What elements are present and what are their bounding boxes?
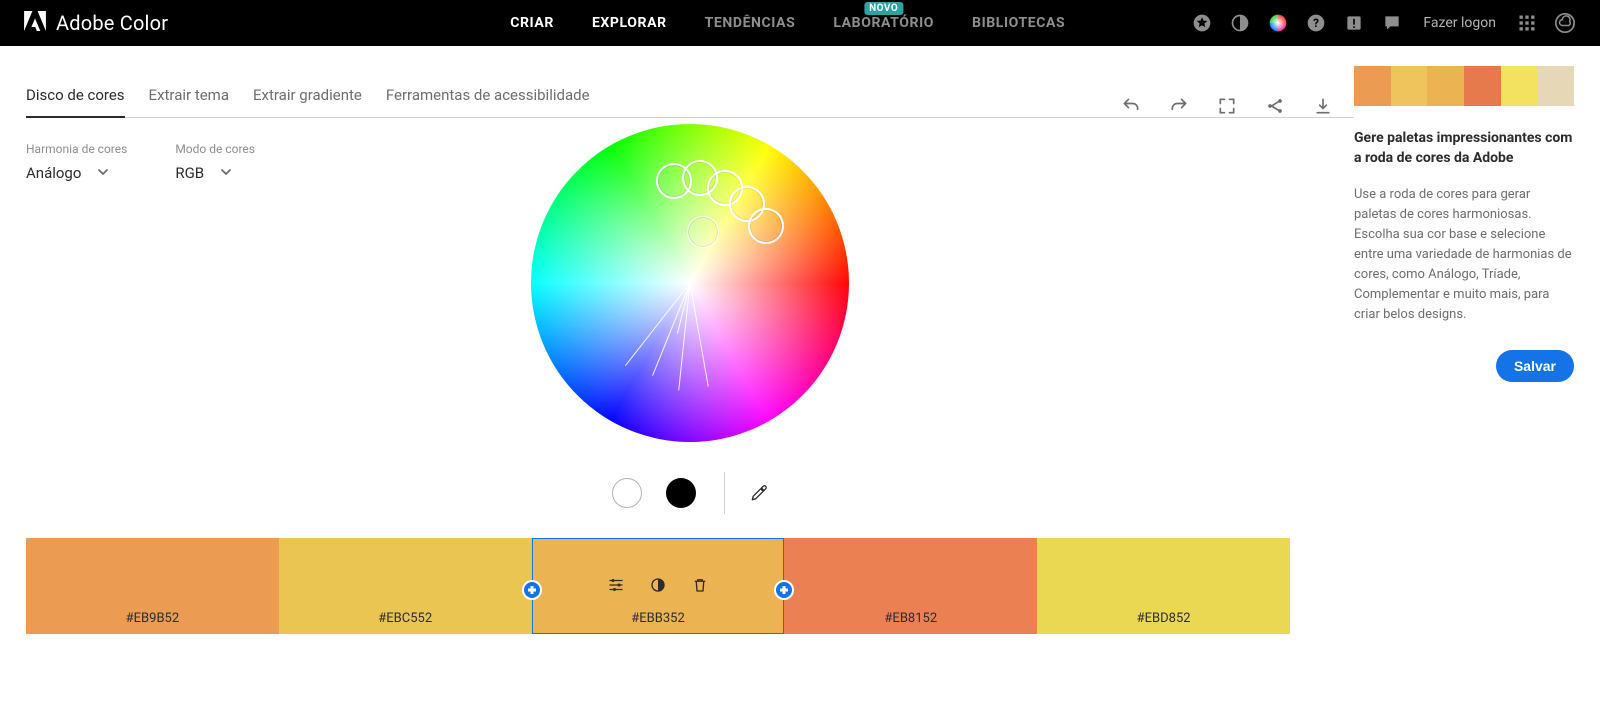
wheel-handle-base[interactable] — [687, 216, 719, 248]
color-wheel-icon[interactable] — [1267, 12, 1289, 34]
swatch-5[interactable]: #EBD852 — [1037, 538, 1290, 634]
nav-tendencias[interactable]: Tendências — [705, 15, 796, 31]
download-icon[interactable] — [1312, 95, 1334, 117]
harmony-control: Harmonia de cores Análogo — [26, 142, 127, 182]
topbar: Adobe Color Criar Explorar Tendências NO… — [0, 0, 1600, 46]
tab-tools — [1120, 95, 1334, 117]
svg-text:?: ? — [1314, 16, 1320, 30]
nav-criar[interactable]: Criar — [510, 15, 554, 31]
harmony-select[interactable]: Análogo — [26, 164, 127, 182]
harmony-label: Harmonia de cores — [26, 142, 127, 156]
chevron-down-icon — [97, 164, 109, 182]
star-icon[interactable] — [1191, 12, 1213, 34]
redo-icon[interactable] — [1168, 95, 1190, 117]
wheel-handle-5[interactable] — [748, 208, 784, 244]
swatch-2[interactable]: #EBC552 — [279, 538, 532, 634]
bw-bar — [612, 472, 769, 514]
top-nav: Criar Explorar Tendências NOVO Laboratór… — [384, 15, 1191, 31]
comment-icon[interactable] — [1381, 12, 1403, 34]
tab-extrair-gradiente[interactable]: Extrair gradiente — [253, 74, 362, 118]
add-swatch-left[interactable] — [522, 580, 542, 600]
brand[interactable]: Adobe Color — [24, 11, 384, 35]
trash-icon[interactable] — [691, 576, 709, 598]
notification-icon[interactable] — [1343, 12, 1365, 34]
eyedropper-icon[interactable] — [749, 483, 769, 503]
swatch-3[interactable]: #EBB352 — [532, 538, 785, 634]
nav-laboratorio-label: Laboratório — [833, 15, 934, 31]
nav-badge-novo: NOVO — [864, 2, 903, 15]
brand-name: Adobe Color — [56, 11, 168, 35]
adobe-logo-icon — [24, 11, 46, 35]
sliders-icon[interactable] — [607, 576, 625, 598]
tab-extrair-tema[interactable]: Extrair tema — [149, 74, 229, 118]
swatch-4[interactable]: #EB8152 — [784, 538, 1037, 634]
background-white[interactable] — [612, 478, 642, 508]
swatch-tools — [607, 576, 709, 598]
colormode-control: Modo de cores RGB — [175, 142, 255, 182]
preview-swatch-3 — [1427, 66, 1464, 106]
apps-grid-icon[interactable] — [1516, 12, 1538, 34]
harmony-value: Análogo — [26, 164, 81, 182]
colormode-label: Modo de cores — [175, 142, 255, 156]
preview-swatch-1 — [1354, 66, 1391, 106]
swatch-3-hex: #EBB352 — [631, 611, 685, 626]
preview-swatch-2 — [1391, 66, 1428, 106]
nav-bibliotecas[interactable]: Bibliotecas — [972, 15, 1065, 31]
share-icon[interactable] — [1264, 95, 1286, 117]
swatch-1[interactable]: #EB9B52 — [26, 538, 279, 634]
help-icon[interactable]: ? — [1305, 12, 1327, 34]
nav-explorar[interactable]: Explorar — [592, 15, 667, 31]
undo-icon[interactable] — [1120, 95, 1142, 117]
swatch-1-hex: #EB9B52 — [126, 611, 180, 626]
separator — [724, 472, 725, 514]
preview-swatch-6 — [1537, 66, 1574, 106]
background-black[interactable] — [666, 478, 696, 508]
tab-disco-de-cores[interactable]: Disco de cores — [26, 74, 125, 118]
contrast-tool-icon[interactable] — [649, 576, 667, 598]
preview-swatch-4 — [1464, 66, 1501, 106]
nav-laboratorio[interactable]: NOVO Laboratório — [833, 15, 934, 31]
colormode-value: RGB — [175, 164, 204, 182]
swatch-2-hex: #EBC552 — [378, 611, 432, 626]
top-icons: ? Fazer logon — [1191, 12, 1576, 34]
contrast-icon[interactable] — [1229, 12, 1251, 34]
login-link[interactable]: Fazer logon — [1423, 15, 1496, 31]
swatch-strip: #EB9B52 #EBC552 #EBB352 #EB8152 #EBD852 — [26, 538, 1290, 634]
sidebar-title: Gere paletas impressionantes com a roda … — [1354, 128, 1574, 169]
preview-swatch-5 — [1501, 66, 1538, 106]
preview-swatches — [1354, 66, 1574, 106]
sub-tabs: Disco de cores Extrair tema Extrair grad… — [26, 74, 1354, 118]
color-wheel[interactable] — [531, 124, 849, 442]
fullscreen-icon[interactable] — [1216, 95, 1238, 117]
colormode-select[interactable]: RGB — [175, 164, 255, 182]
swatch-4-hex: #EB8152 — [884, 611, 937, 626]
sidebar-body: Use a roda de cores para gerar paletas d… — [1354, 185, 1574, 326]
sidebar: Gere paletas impressionantes com a roda … — [1354, 46, 1600, 382]
chevron-down-icon — [220, 164, 232, 182]
swatch-5-hex: #EBD852 — [1137, 611, 1191, 626]
save-button[interactable]: Salvar — [1496, 350, 1574, 382]
tab-acessibilidade[interactable]: Ferramentas de acessibilidade — [386, 74, 590, 118]
creative-cloud-icon[interactable] — [1554, 12, 1576, 34]
